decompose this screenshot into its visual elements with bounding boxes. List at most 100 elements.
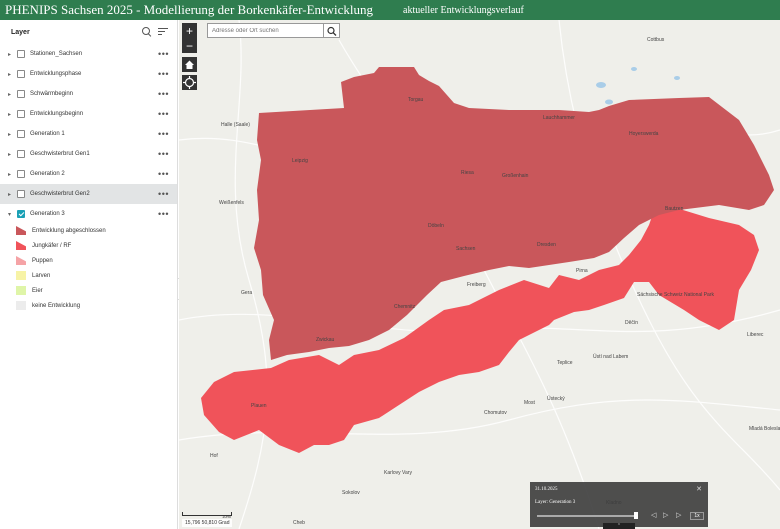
- place-label: Chomutov: [484, 410, 507, 416]
- chevron-right-icon[interactable]: ▸: [8, 91, 14, 98]
- layer-visibility-checkbox[interactable]: [17, 150, 25, 158]
- place-label: Döbeln: [428, 223, 444, 229]
- layer-visibility-checkbox[interactable]: [17, 90, 25, 98]
- home-icon: [185, 60, 194, 69]
- more-options-icon[interactable]: •••: [158, 89, 169, 99]
- layer-label: Generation 1: [30, 131, 65, 137]
- place-label: Sokolov: [342, 490, 360, 496]
- more-options-icon[interactable]: •••: [158, 49, 169, 59]
- more-options-icon[interactable]: •••: [158, 169, 169, 179]
- address-search-button[interactable]: [323, 24, 339, 37]
- more-options-icon[interactable]: •••: [158, 189, 169, 199]
- legend-label: Jungkäfer / RF: [32, 242, 72, 249]
- layer-row[interactable]: ▸ Geschwisterbrut Gen1 •••: [0, 144, 177, 164]
- place-label: Zwickau: [316, 337, 335, 343]
- chevron-right-icon[interactable]: ▸: [8, 131, 14, 138]
- place-label: Chemnitz: [394, 304, 416, 310]
- layer-visibility-checkbox[interactable]: [17, 110, 25, 118]
- layer-label: Geschwisterbrut Gen2: [30, 191, 90, 197]
- legend-label: Eier: [32, 287, 43, 294]
- layer-panel: Layer ▸ Stationen_Sachsen ••• ▸ Entwicklungs…: [0, 20, 178, 529]
- layer-row[interactable]: ▸ Schwärmbeginn •••: [0, 84, 177, 104]
- legend-swatch: [16, 226, 26, 235]
- legend-label: Larven: [32, 272, 51, 279]
- chevron-right-icon[interactable]: ▸: [8, 171, 14, 178]
- playback-speed-button[interactable]: 1x: [690, 512, 704, 520]
- layer-visibility-checkbox[interactable]: [17, 130, 25, 138]
- chevron-right-icon[interactable]: ▸: [8, 151, 14, 158]
- legend-item: Puppen: [16, 253, 106, 268]
- place-label: Freiberg: [467, 282, 486, 288]
- address-search-input[interactable]: [208, 24, 323, 37]
- app-title: PHENIPS Sachsen 2025 - Modellierung der …: [5, 2, 373, 17]
- place-label: Sachsen: [456, 246, 476, 252]
- home-button[interactable]: [182, 57, 197, 72]
- place-label: Hof: [210, 453, 218, 459]
- chevron-right-icon[interactable]: ▸: [8, 51, 14, 58]
- layer-label: Stationen_Sachsen: [30, 51, 83, 57]
- time-slider-layer: Layer: Generation 3: [535, 500, 576, 505]
- place-label: Liberec: [747, 332, 764, 338]
- place-label: Pirna: [576, 268, 588, 274]
- layer-row[interactable]: ▾ Generation 3 •••: [0, 204, 177, 224]
- chevron-right-icon[interactable]: ▸: [8, 71, 14, 78]
- layer-row[interactable]: ▸ Stationen_Sachsen •••: [0, 44, 177, 64]
- layer-visibility-checkbox[interactable]: [17, 50, 25, 58]
- more-options-icon[interactable]: •••: [158, 129, 169, 139]
- zoom-out-button[interactable]: −: [182, 38, 197, 53]
- previous-icon[interactable]: ◁: [651, 511, 656, 519]
- chevron-right-icon[interactable]: ▸: [8, 191, 14, 198]
- layer-visibility-checkbox[interactable]: [17, 190, 25, 198]
- layer-label: Geschwisterbrut Gen1: [30, 151, 90, 157]
- legend-label: Puppen: [32, 257, 53, 264]
- time-slider-collapse[interactable]: ⌃: [603, 523, 635, 529]
- legend-item: Larven: [16, 268, 106, 283]
- more-options-icon[interactable]: •••: [158, 149, 169, 159]
- search-icon[interactable]: [141, 26, 153, 38]
- play-icon[interactable]: ▷: [663, 511, 668, 519]
- layer-label: Entwicklungsphase: [30, 71, 82, 77]
- legend-label: Entwicklung abgeschlossen: [32, 227, 106, 234]
- place-label: Most: [524, 400, 535, 406]
- layer-row[interactable]: ▸ Geschwisterbrut Gen2 •••: [0, 184, 177, 204]
- place-label: Großenhain: [502, 173, 529, 179]
- more-options-icon[interactable]: •••: [158, 209, 169, 219]
- legend-swatch: [16, 271, 26, 280]
- legend-item: keine Entwicklung: [16, 298, 106, 313]
- layer-label: Generation 3: [30, 211, 65, 217]
- place-label: Děčín: [625, 320, 639, 326]
- layer-list: ▸ Stationen_Sachsen ••• ▸ Entwicklungsphase •…: [0, 44, 177, 224]
- locate-button[interactable]: [182, 75, 197, 90]
- next-icon[interactable]: ▷: [676, 511, 681, 519]
- coordinate-readout: 15,796 50,810 Grad: [182, 519, 233, 527]
- filter-icon[interactable]: [157, 26, 169, 38]
- legend-item: Jungkäfer / RF: [16, 238, 106, 253]
- place-label: Mladá Boleslav: [749, 426, 780, 432]
- more-options-icon[interactable]: •••: [158, 69, 169, 79]
- legend-swatch: [16, 241, 26, 250]
- zoom-in-button[interactable]: +: [182, 23, 197, 38]
- layer-visibility-checkbox[interactable]: [17, 70, 25, 78]
- layer-row[interactable]: ▸ Entwicklungsbeginn •••: [0, 104, 177, 124]
- layer-row[interactable]: ▸ Entwicklungsphase •••: [0, 64, 177, 84]
- place-label: Lauchhammer: [543, 115, 575, 121]
- place-label: Riesa: [461, 170, 474, 176]
- time-slider-thumb[interactable]: [634, 512, 638, 519]
- legend-item: Entwicklung abgeschlossen: [16, 223, 106, 238]
- layer-row[interactable]: ▸ Generation 1 •••: [0, 124, 177, 144]
- layer-label: Entwicklungsbeginn: [30, 111, 84, 117]
- time-slider-track[interactable]: [537, 515, 637, 517]
- more-options-icon[interactable]: •••: [158, 109, 169, 119]
- layer-row[interactable]: ▸ Generation 2 •••: [0, 164, 177, 184]
- chevron-right-icon[interactable]: ▸: [8, 111, 14, 118]
- place-label: Gera: [241, 290, 253, 296]
- layer-visibility-checkbox[interactable]: [17, 210, 25, 218]
- close-icon[interactable]: ✕: [696, 485, 702, 493]
- map-view[interactable]: Halle (Saale) Torgau Cottbus Lauchhammer Hoy…: [179, 20, 780, 529]
- coordinate-text: 15,796 50,810 Grad: [185, 520, 230, 526]
- nav-link-entwicklungsverlauf[interactable]: aktueller Entwicklungsverlauf: [403, 5, 524, 16]
- layer-visibility-checkbox[interactable]: [17, 170, 25, 178]
- place-label: Cottbus: [647, 37, 665, 43]
- place-label: Sächsische Schweiz National Park: [637, 292, 714, 298]
- chevron-down-icon[interactable]: ▾: [8, 211, 14, 218]
